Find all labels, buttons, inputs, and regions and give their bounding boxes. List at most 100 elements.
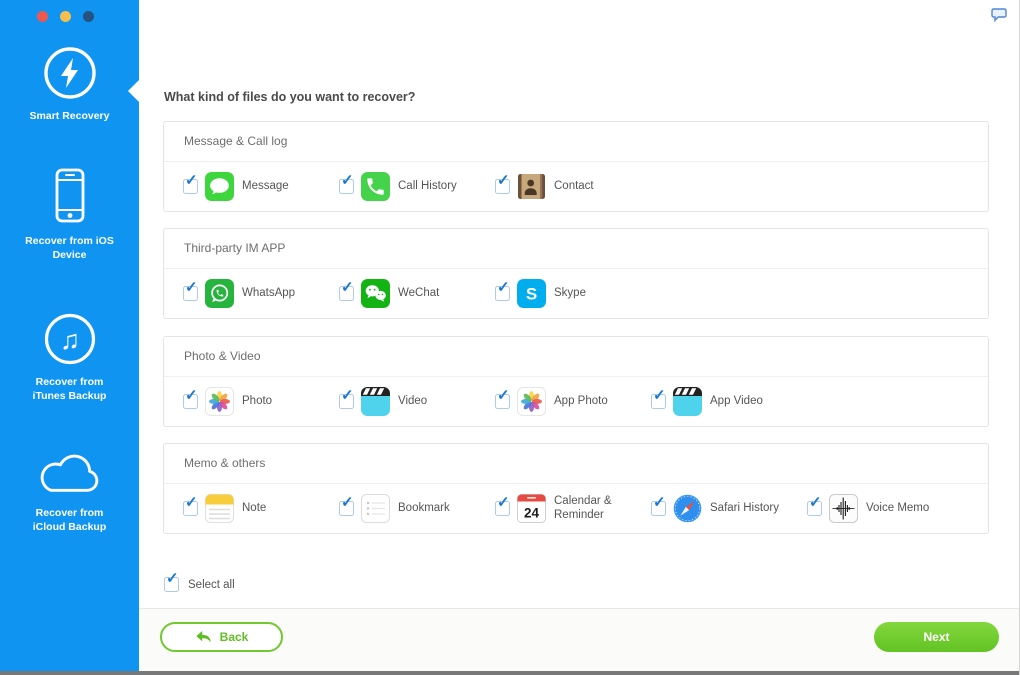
checkbox-icon[interactable]: ✓: [651, 388, 666, 409]
iphone-icon: [0, 166, 139, 226]
checkbox-icon[interactable]: ✓: [495, 388, 510, 409]
checkbox-icon[interactable]: ✓: [807, 495, 822, 516]
checkbox-icon[interactable]: ✓: [339, 495, 354, 516]
file-type-label: App Video: [710, 394, 763, 407]
photo-icon: [517, 387, 546, 416]
file-type-item[interactable]: ✓ 24 Calendar & Reminder: [495, 494, 651, 523]
page-title: What kind of files do you want to recove…: [164, 90, 416, 104]
section: Photo & Video ✓ Photo ✓ Video ✓ App Photo ✓ App …: [163, 336, 989, 427]
file-type-label: Note: [242, 501, 267, 514]
section-title: Third-party IM APP: [164, 229, 988, 269]
checkbox-icon[interactable]: ✓: [339, 173, 354, 194]
note-icon: [205, 494, 234, 523]
whatsapp-icon: [205, 279, 234, 308]
active-item-pointer: [128, 80, 139, 102]
checkbox-icon[interactable]: ✓: [183, 388, 198, 409]
file-type-label: Bookmark: [398, 501, 450, 514]
sidebar-item-label: Recover from iOS Device: [25, 235, 114, 262]
sidebar-item-label: Smart Recovery: [29, 110, 110, 122]
sidebar-item-recover-from-ios-device[interactable]: Recover from iOS Device: [0, 166, 139, 262]
file-type-label: Safari History: [710, 501, 780, 514]
file-type-item[interactable]: ✓ Bookmark: [339, 494, 495, 523]
file-type-item[interactable]: ✓ S Skype: [495, 279, 651, 308]
checkbox-icon: ✓: [164, 571, 179, 592]
section-items-row: ✓ Message ✓ Call History ✓ Contact: [164, 162, 988, 211]
sidebar-item-label: Recover from iTunes Backup: [32, 376, 107, 403]
file-type-item[interactable]: ✓ Call History: [339, 172, 495, 201]
minimize-button[interactable]: [60, 11, 71, 22]
safari-icon: [673, 494, 702, 523]
video-icon: [361, 387, 390, 416]
file-type-item[interactable]: ✓ App Video: [651, 387, 807, 416]
skype-icon: S: [517, 279, 546, 308]
svg-text:24: 24: [524, 506, 540, 521]
next-button[interactable]: Next: [874, 622, 999, 652]
checkbox-icon[interactable]: ✓: [183, 280, 198, 301]
voice-memo-icon: [829, 494, 858, 523]
checkbox-icon[interactable]: ✓: [339, 280, 354, 301]
file-type-label: Voice Memo: [866, 501, 930, 514]
select-all-label: Select all: [188, 578, 235, 591]
svg-text:♫: ♫: [59, 325, 79, 355]
section-title: Memo & others: [164, 444, 988, 484]
lightning-circle-icon: [0, 45, 139, 101]
sidebar-item-label: Recover from iCloud Backup: [32, 507, 107, 534]
zoom-button[interactable]: [83, 11, 94, 22]
section-title: Message & Call log: [164, 122, 988, 162]
file-type-label: Calendar & Reminder: [554, 495, 612, 521]
close-button[interactable]: [37, 11, 48, 22]
section: Memo & others ✓ Note ✓ Bookmark ✓ 24 Calendar &…: [163, 443, 989, 534]
photo-icon: [205, 387, 234, 416]
file-type-label: Skype: [554, 286, 586, 299]
file-type-label: WhatsApp: [242, 286, 296, 299]
file-type-item[interactable]: ✓ WeChat: [339, 279, 495, 308]
bookmark-icon: [361, 494, 390, 523]
file-type-label: Message: [242, 179, 289, 192]
footer-bar: Back Next: [139, 608, 1019, 671]
section-items-row: ✓ WhatsApp ✓ WeChat ✓ S Skype: [164, 269, 988, 318]
file-type-item[interactable]: ✓ App Photo: [495, 387, 651, 416]
checkbox-icon[interactable]: ✓: [495, 280, 510, 301]
section-items-row: ✓ Photo ✓ Video ✓ App Photo ✓ App Video: [164, 377, 988, 426]
file-type-label: Photo: [242, 394, 273, 407]
file-type-item[interactable]: ✓ Safari History: [651, 494, 807, 523]
checkbox-icon[interactable]: ✓: [183, 495, 198, 516]
section-title: Photo & Video: [164, 337, 988, 377]
checkbox-icon[interactable]: ✓: [183, 173, 198, 194]
svg-text:S: S: [526, 285, 537, 304]
traffic-lights: [37, 11, 94, 22]
sidebar-item-recover-from-icloud-backup[interactable]: Recover from iCloud Backup: [0, 450, 139, 534]
file-type-item[interactable]: ✓ Video: [339, 387, 495, 416]
app-window: Smart Recovery Recover from iOS Device ♫ Re…: [0, 0, 1020, 675]
sidebar-item-recover-from-itunes-backup[interactable]: ♫ Recover from iTunes Backup: [0, 311, 139, 403]
window-bottom-edge: [0, 671, 1019, 675]
file-type-label: Video: [398, 394, 428, 407]
music-note-circle-icon: ♫: [0, 311, 139, 367]
sidebar-item-smart-recovery[interactable]: Smart Recovery: [0, 45, 139, 123]
file-type-item[interactable]: ✓ WhatsApp: [183, 279, 339, 308]
back-button-label: Back: [219, 630, 249, 644]
file-type-item[interactable]: ✓ Note: [183, 494, 339, 523]
wechat-icon: [361, 279, 390, 308]
checkbox-icon[interactable]: ✓: [495, 495, 510, 516]
checkbox-icon[interactable]: ✓: [339, 388, 354, 409]
file-type-item[interactable]: ✓ Voice Memo: [807, 494, 963, 523]
checkbox-icon[interactable]: ✓: [495, 173, 510, 194]
message-icon: [205, 172, 234, 201]
back-arrow-icon: [195, 630, 212, 644]
back-button[interactable]: Back: [160, 622, 283, 652]
checkbox-icon[interactable]: ✓: [651, 495, 666, 516]
contact-icon: [517, 172, 546, 201]
sidebar: Smart Recovery Recover from iOS Device ♫ Re…: [0, 0, 139, 671]
file-type-label: Contact: [554, 179, 594, 192]
video-icon: [673, 387, 702, 416]
section-items-row: ✓ Note ✓ Bookmark ✓ 24 Calendar & Reminder ✓ Saf…: [164, 484, 988, 533]
feedback-bubble-icon[interactable]: [991, 8, 1007, 26]
cloud-icon: [0, 450, 139, 498]
file-type-label: Call History: [398, 179, 457, 192]
section: Third-party IM APP ✓ WhatsApp ✓ WeChat ✓ S Skyp…: [163, 228, 989, 319]
file-type-item[interactable]: ✓ Message: [183, 172, 339, 201]
file-type-item[interactable]: ✓ Photo: [183, 387, 339, 416]
select-all-checkbox[interactable]: ✓ Select all: [164, 571, 235, 592]
file-type-item[interactable]: ✓ Contact: [495, 172, 651, 201]
